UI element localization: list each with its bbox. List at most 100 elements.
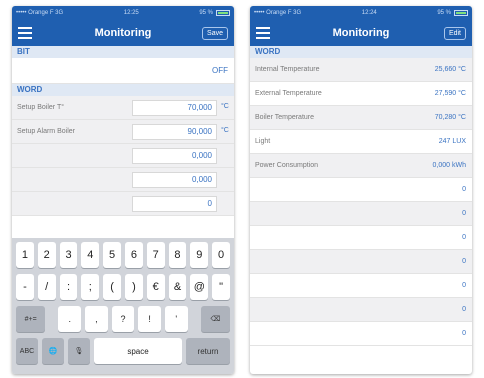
word-section-header: WORD — [12, 84, 234, 96]
keyboard-row-punct: #+= . , ? ! ' ⌫ — [14, 306, 232, 332]
key[interactable]: € — [146, 274, 165, 300]
globe-icon[interactable]: 🌐 — [42, 338, 64, 364]
backspace-icon[interactable]: ⌫ — [200, 306, 231, 332]
row-value: 0 — [462, 186, 466, 193]
key[interactable]: " — [212, 274, 230, 300]
key[interactable]: @ — [190, 274, 209, 300]
menu-icon[interactable] — [18, 27, 32, 39]
list-item-power-consumption[interactable]: Power Consumption 0,000 kWh — [250, 154, 472, 178]
bit-value: OFF — [212, 66, 228, 75]
list-item[interactable]: 0 — [250, 298, 472, 322]
list-item-boiler-temperature[interactable]: Boiler Temperature 70,280 °C — [250, 106, 472, 130]
list-item[interactable]: 0 — [250, 274, 472, 298]
key[interactable]: 4 — [81, 242, 100, 268]
row-value: 0,000 kWh — [432, 162, 466, 169]
value-input[interactable]: 0,000 — [132, 172, 217, 188]
key[interactable]: 5 — [103, 242, 121, 268]
form-row-setup-boiler: Setup Boiler T° 70,000 °C — [12, 96, 234, 120]
status-bar: ••••• Orange F 3G 12:24 95 % — [250, 6, 472, 20]
bit-row[interactable]: OFF — [12, 58, 234, 84]
battery-percent: 95 % — [437, 10, 451, 16]
key[interactable]: . — [58, 306, 82, 332]
row-label: Setup Alarm Boiler — [17, 128, 75, 135]
row-value: 0 — [462, 306, 466, 313]
row-value: 25,660 °C — [434, 66, 466, 73]
key[interactable]: 9 — [190, 242, 209, 268]
key[interactable]: ? — [111, 306, 135, 332]
keyboard-row-symbols: - / : ; ( ) € & @ " — [14, 274, 232, 300]
page-title: Monitoring — [94, 27, 152, 39]
list-item-light[interactable]: Light 247 LUX — [250, 130, 472, 154]
row-label: External Temperature — [255, 90, 322, 97]
space-key[interactable]: space — [94, 338, 182, 364]
edit-button[interactable]: Edit — [443, 26, 466, 40]
key[interactable]: 1 — [16, 242, 34, 268]
row-value: 27,590 °C — [434, 90, 466, 97]
row-value: 0 — [462, 282, 466, 289]
value-input[interactable]: 0 — [132, 196, 217, 212]
status-bar: ••••• Orange F 3G 12:25 95 % — [12, 6, 234, 20]
key[interactable]: 8 — [168, 242, 187, 268]
row-value: 0 — [462, 258, 466, 265]
key[interactable]: 3 — [59, 242, 78, 268]
key[interactable]: , — [85, 306, 108, 332]
row-label: Setup Boiler T° — [17, 104, 65, 111]
row-label: Boiler Temperature — [255, 114, 315, 121]
form-row-setup-alarm: Setup Alarm Boiler 90,000 °C — [12, 120, 234, 144]
nav-bar: Monitoring Edit — [250, 20, 472, 46]
key[interactable]: ; — [81, 274, 100, 300]
form-row-empty-2: 0,000 — [12, 168, 234, 192]
form-row-empty-3: 0 — [12, 192, 234, 216]
row-value: 0 — [462, 234, 466, 241]
menu-icon[interactable] — [256, 27, 270, 39]
row-value: 247 LUX — [438, 138, 466, 145]
battery-percent: 95 % — [199, 10, 213, 16]
key[interactable]: ' — [164, 306, 188, 332]
key[interactable]: ( — [103, 274, 121, 300]
save-button[interactable]: Save — [202, 26, 228, 40]
value-input[interactable]: 0,000 — [132, 148, 217, 164]
list-item-internal-temperature[interactable]: Internal Temperature 25,660 °C — [250, 58, 472, 82]
unit-label: °C — [221, 103, 229, 110]
key[interactable]: ! — [138, 306, 161, 332]
phone-left-screen: ••••• Orange F 3G 12:25 95 % Monitoring … — [12, 6, 234, 374]
key[interactable]: 2 — [37, 242, 56, 268]
list-item[interactable]: 0 — [250, 202, 472, 226]
return-key[interactable]: return — [186, 338, 230, 364]
clock: 12:24 — [361, 10, 377, 16]
battery-icon — [454, 10, 468, 16]
row-value: 0 — [462, 330, 466, 337]
row-label: Light — [255, 138, 271, 145]
key[interactable]: ) — [125, 274, 143, 300]
word-section-header: WORD — [250, 46, 472, 58]
phone-right-screen: ••••• Orange F 3G 12:24 95 % Monitoring … — [250, 6, 472, 374]
list-item-external-temperature[interactable]: External Temperature 27,590 °C — [250, 82, 472, 106]
microphone-icon[interactable]: 🎙 — [68, 338, 90, 364]
nav-bar: Monitoring Save — [12, 20, 234, 46]
key[interactable]: 0 — [212, 242, 230, 268]
setup-alarm-input[interactable]: 90,000 — [132, 124, 217, 140]
more-symbols-key[interactable]: #+= — [15, 306, 46, 332]
key[interactable]: / — [37, 274, 56, 300]
page-title: Monitoring — [332, 27, 390, 39]
form-row-empty-1: 0,000 — [12, 144, 234, 168]
carrier-label: ••••• Orange F 3G — [254, 10, 302, 16]
bit-section-header: BIT — [12, 46, 234, 58]
key[interactable]: 7 — [146, 242, 165, 268]
numeric-keyboard: 1 2 3 4 5 6 7 8 9 0 - / : ; ( ) € & @ " … — [12, 238, 234, 374]
abc-key[interactable]: ABC — [16, 338, 38, 364]
list-item[interactable]: 0 — [250, 322, 472, 346]
key[interactable]: - — [16, 274, 34, 300]
keyboard-row-bottom: ABC 🌐 🎙 space return — [14, 338, 232, 364]
row-value: 70,280 °C — [434, 114, 466, 121]
list-item[interactable]: 0 — [250, 178, 472, 202]
unit-label: °C — [221, 127, 229, 134]
list-item[interactable]: 0 — [250, 250, 472, 274]
key[interactable]: : — [59, 274, 78, 300]
carrier-label: ••••• Orange F 3G — [16, 10, 64, 16]
key[interactable]: & — [168, 274, 187, 300]
list-item[interactable]: 0 — [250, 226, 472, 250]
row-value: 0 — [462, 210, 466, 217]
key[interactable]: 6 — [125, 242, 143, 268]
setup-boiler-input[interactable]: 70,000 — [132, 100, 217, 116]
